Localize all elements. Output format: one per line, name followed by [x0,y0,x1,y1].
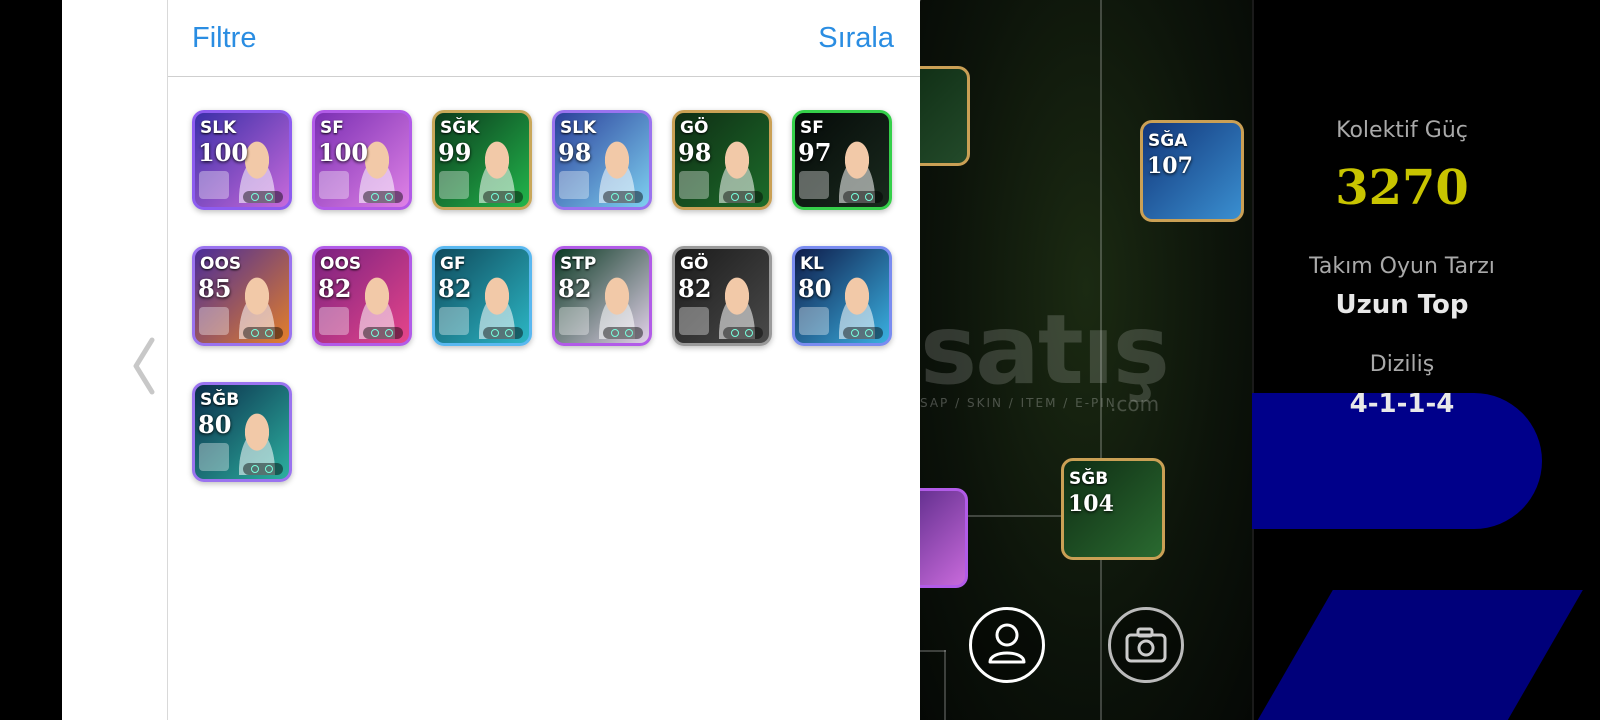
position-label: GÖ [680,118,709,138]
pitch-line [1100,0,1102,720]
team-stats-panel: Kolektif Güç 3270 Takım Oyun Tarzı Uzun … [1252,0,1600,720]
team-power-value: 3270 [1335,160,1469,216]
skill-dots-icon [243,463,283,475]
skill-dots-icon [363,327,403,339]
skill-dots-icon [483,191,523,203]
skill-dots-icon [243,327,283,339]
club-badge-icon [199,171,229,199]
rating-label: 82 [678,274,712,303]
pitch-player-card[interactable] [920,488,968,588]
player-card[interactable]: SF 100 [312,110,412,210]
position-label: SLK [560,118,597,138]
club-badge-icon [559,307,589,335]
position-label: KL [800,254,825,274]
skill-dots-icon [603,191,643,203]
club-badge-icon [679,307,709,335]
chevron-left-icon[interactable] [130,336,156,396]
player-list-panel: Filtre Sırala SLK 100 SF 100 SĞK 99 SLK 98 GÖ 98 S… [168,0,920,720]
player-card[interactable]: GÖ 98 [672,110,772,210]
position-label: GÖ [680,254,709,274]
position-label: SF [800,118,824,138]
skill-dots-icon [363,191,403,203]
skill-dots-icon [243,191,283,203]
club-badge-icon [799,171,829,199]
rating-label: 85 [198,274,232,303]
position-label: SF [320,118,344,138]
rating-label: 98 [678,138,712,167]
rating-label: 82 [438,274,472,303]
player-card[interactable]: OOS 82 [312,246,412,346]
player-card[interactable]: SĞB 80 [192,382,292,482]
user-icon [988,623,1026,664]
formation-label: Diziliş [1369,352,1435,377]
player-card[interactable]: SF 97 [792,110,892,210]
player-card[interactable]: SLK 100 [192,110,292,210]
center-arc [920,0,922,2]
position-label: OOS [320,254,362,274]
position-label: SĞB [1069,469,1109,489]
player-card[interactable]: STP 82 [552,246,652,346]
position-label: SLK [200,118,237,138]
rating-label: 82 [558,274,592,303]
position-label: SĞA [1148,131,1188,151]
rating-label: 104 [1068,491,1114,517]
club-badge-icon [199,307,229,335]
player-card[interactable]: SĞK 99 [432,110,532,210]
pitch: SĞA 107 SĞB 104 [920,0,1252,720]
pitch-line [944,650,946,720]
rating-label: 100 [198,138,249,167]
rating-label: 98 [558,138,592,167]
skill-dots-icon [483,327,523,339]
decorative-shape [1252,590,1583,720]
position-label: SĞK [440,118,480,138]
skill-dots-icon [603,327,643,339]
player-card[interactable]: GF 82 [432,246,532,346]
pitch-line [920,650,946,652]
club-badge-icon [799,307,829,335]
position-label: GF [440,254,466,274]
player-card[interactable]: GÖ 82 [672,246,772,346]
skill-dots-icon [723,191,763,203]
sort-button[interactable]: Sırala [818,22,894,55]
club-badge-icon [199,443,229,471]
position-label: STP [560,254,597,274]
profile-button[interactable] [969,607,1045,683]
rating-label: 99 [438,138,472,167]
position-label: SĞB [200,390,240,410]
club-badge-icon [439,171,469,199]
filter-button[interactable]: Filtre [192,22,256,55]
skill-dots-icon [843,327,883,339]
club-badge-icon [439,307,469,335]
panel-header: Filtre Sırala [168,0,920,77]
rating-label: 80 [198,410,232,439]
rating-label: 107 [1147,153,1193,179]
camera-button[interactable] [1108,607,1184,683]
skill-dots-icon [843,191,883,203]
pitch-player-card-sga[interactable]: SĞA 107 [1140,120,1244,222]
club-badge-icon [319,171,349,199]
team-power-label: Kolektif Güç [1336,118,1468,143]
position-label: OOS [200,254,242,274]
formation-value[interactable]: 4-1-1-4 [1252,389,1552,419]
player-card[interactable]: SLK 98 [552,110,652,210]
rating-label: 82 [318,274,352,303]
pitch-player-card[interactable] [920,66,970,166]
rating-label: 100 [318,138,369,167]
camera-icon [1125,627,1167,663]
player-card[interactable]: KL 80 [792,246,892,346]
play-style-label: Takım Oyun Tarzı [1309,254,1495,279]
play-style-value[interactable]: Uzun Top [1252,290,1552,320]
rating-label: 97 [798,138,832,167]
club-badge-icon [559,171,589,199]
club-badge-icon [319,307,349,335]
player-card[interactable]: OOS 85 [192,246,292,346]
rating-label: 80 [798,274,832,303]
skill-dots-icon [723,327,763,339]
pitch-player-card-sgb[interactable]: SĞB 104 [1061,458,1165,560]
club-badge-icon [679,171,709,199]
